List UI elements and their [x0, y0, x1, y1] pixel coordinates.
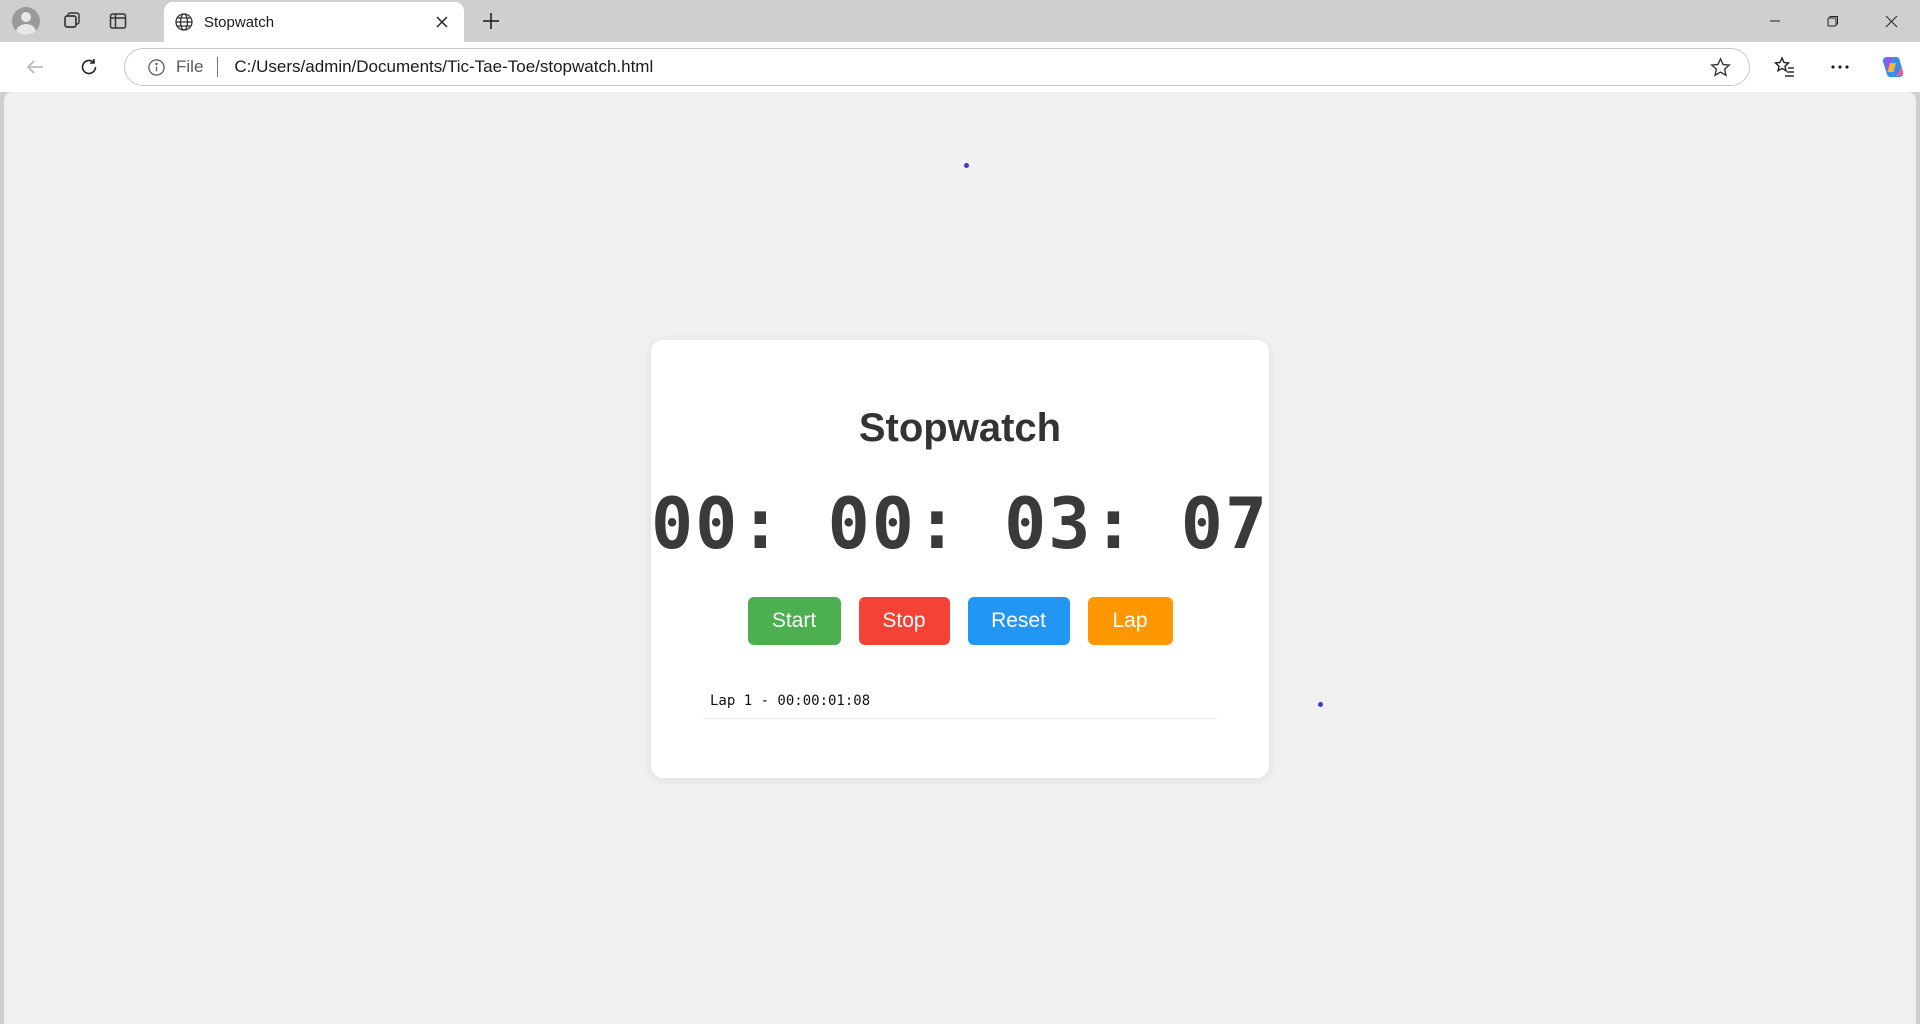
favorite-button[interactable]: [1710, 57, 1731, 83]
favorites-button[interactable]: [1765, 47, 1805, 87]
minimize-icon: [1770, 20, 1780, 22]
plus-icon: [483, 13, 499, 29]
favorites-list-icon: [1774, 56, 1794, 77]
restore-icon: [1827, 16, 1838, 27]
stopwatch-card: Stopwatch 00: 00: 03: 07 Start Stop Rese…: [651, 340, 1269, 778]
tab-close-button[interactable]: [430, 10, 454, 34]
refresh-button[interactable]: [69, 47, 109, 87]
profile-button[interactable]: [6, 4, 46, 38]
active-tab[interactable]: Stopwatch: [164, 2, 464, 42]
new-tab-button[interactable]: [474, 4, 508, 38]
scheme-label: File: [176, 57, 204, 76]
tab-title: Stopwatch: [204, 13, 275, 31]
page-title: Stopwatch: [858, 406, 1062, 450]
browser-toolbar: File C:/Users/admin/Documents/Tic-Tae-To…: [0, 42, 1920, 92]
url-text[interactable]: C:/Users/admin/Documents/Tic-Tae-Toe/sto…: [234, 57, 653, 77]
reset-button[interactable]: Reset: [967, 597, 1070, 645]
star-icon: [1710, 57, 1731, 77]
lap-button[interactable]: Lap: [1087, 597, 1173, 645]
restore-button[interactable]: [1804, 0, 1862, 42]
tab-actions-button[interactable]: [98, 4, 138, 38]
time-display: 00: 00: 03: 07: [651, 483, 1270, 565]
workspaces-icon: [64, 12, 80, 28]
copilot-icon: [1882, 57, 1904, 77]
lap-item: Lap 1 - 00:00:01:08: [703, 687, 1217, 719]
copilot-button[interactable]: [1873, 47, 1913, 87]
window-controls: [1746, 0, 1920, 42]
decorative-dot: [1318, 702, 1323, 707]
settings-more-button[interactable]: [1820, 47, 1860, 87]
stop-button[interactable]: Stop: [858, 597, 950, 645]
address-bar[interactable]: File C:/Users/admin/Documents/Tic-Tae-To…: [124, 48, 1750, 86]
close-icon: [436, 16, 448, 28]
vertical-tabs-icon: [109, 13, 127, 29]
minimize-button[interactable]: [1746, 0, 1804, 42]
refresh-icon: [81, 59, 97, 75]
info-icon[interactable]: [147, 58, 166, 77]
globe-icon: [175, 13, 193, 31]
lap-list: Lap 1 - 00:00:01:08: [703, 687, 1217, 719]
back-button[interactable]: [15, 47, 55, 87]
back-arrow-icon: [26, 60, 43, 74]
control-buttons: Start Stop Reset Lap: [651, 597, 1269, 645]
more-dots-icon: [1831, 65, 1849, 69]
profile-avatar-icon: [12, 7, 40, 35]
page-viewport: Stopwatch 00: 00: 03: 07 Start Stop Rese…: [4, 92, 1916, 1024]
start-button[interactable]: Start: [747, 597, 841, 645]
decorative-dot: [964, 163, 969, 168]
tab-strip: Stopwatch: [0, 0, 1920, 42]
workspaces-button[interactable]: [52, 4, 92, 38]
address-separator: [217, 57, 219, 77]
close-icon: [1885, 15, 1897, 27]
window-close-button[interactable]: [1862, 0, 1920, 42]
